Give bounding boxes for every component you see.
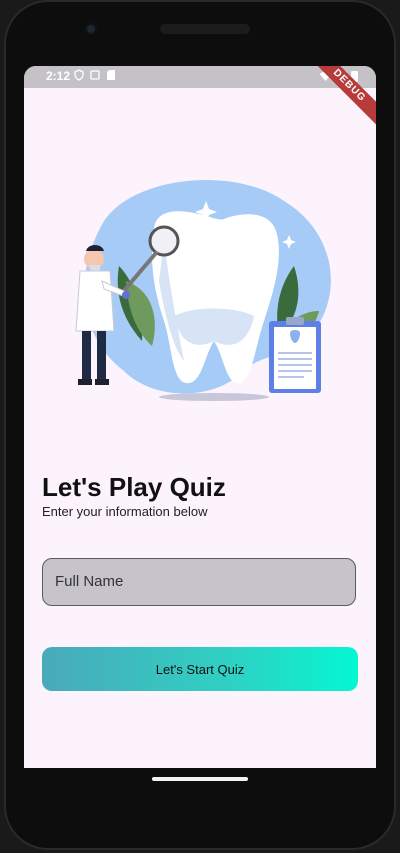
sd-card-icon (107, 70, 115, 80)
dentist-tooth-illustration (75, 179, 331, 401)
status-bar: 2:12 DEBUG (24, 66, 376, 131)
notification-icon (90, 70, 100, 80)
page-subtitle: Enter your information below (42, 504, 208, 519)
status-time: 2:12 (46, 69, 71, 83)
front-camera (85, 23, 97, 35)
app-screen: 2:12 DEBUG Let's Play Quiz Enter your in… (24, 66, 376, 768)
full-name-label: Full Name (55, 573, 124, 590)
full-name-field[interactable]: Full Name (42, 558, 356, 606)
earpiece (160, 24, 250, 34)
status-icons-left (74, 69, 116, 81)
page-title: Let's Play Quiz (42, 472, 226, 502)
start-quiz-button[interactable]: Let's Start Quiz (42, 647, 358, 691)
debug-banner: DEBUG (304, 66, 376, 131)
home-indicator[interactable] (152, 777, 248, 781)
shield-icon (74, 69, 84, 81)
